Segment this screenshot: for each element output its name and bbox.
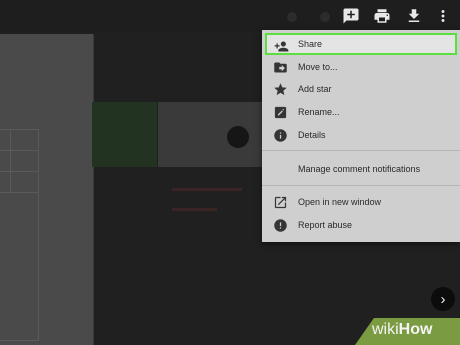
faint-grid-icon [320, 12, 330, 22]
document-preview [0, 34, 94, 345]
menu-item-move-to[interactable]: Move to... [262, 56, 460, 78]
add-person-icon [273, 38, 289, 54]
dimmed-thumbnail [92, 102, 157, 167]
more-vert-icon[interactable] [433, 6, 453, 26]
watermark-logo: wikiHow [372, 321, 433, 338]
open-in-new-icon [272, 194, 288, 210]
top-toolbar [0, 0, 460, 32]
dimmed-title-line [172, 188, 242, 191]
add-comment-icon[interactable] [341, 6, 361, 26]
menu-item-rename[interactable]: Rename... [262, 101, 460, 123]
dimmed-video-thumbnail [158, 102, 265, 167]
menu-item-details[interactable]: Details [262, 124, 460, 146]
menu-item-label: Add star [298, 84, 332, 94]
menu-divider [262, 150, 460, 151]
print-icon[interactable] [372, 6, 392, 26]
menu-item-add-star[interactable]: Add star [262, 78, 460, 100]
menu-item-label: Move to... [298, 62, 338, 72]
pencil-icon [272, 104, 288, 120]
download-icon[interactable] [404, 6, 424, 26]
menu-item-share[interactable]: Share [265, 33, 457, 55]
info-icon [272, 127, 288, 143]
menu-item-label: Manage comment notifications [298, 164, 421, 174]
menu-item-label: Details [298, 130, 326, 140]
menu-item-label: Report abuse [298, 220, 353, 230]
dimmed-subtitle-line [172, 208, 217, 211]
menu-item-label: Share [298, 39, 323, 49]
menu-divider [262, 185, 460, 186]
move-folder-icon [272, 59, 288, 75]
faint-avatar-icon [287, 12, 297, 22]
star-icon [272, 81, 288, 97]
menu-item-manage-notifications[interactable]: Manage comment notifications [262, 158, 460, 180]
file-context-menu: Share Move to... Add star Rename... Deta… [262, 30, 460, 242]
menu-item-report-abuse[interactable]: Report abuse [262, 214, 460, 236]
menu-item-label: Rename... [298, 107, 340, 117]
document-table [0, 129, 39, 341]
next-arrow-button[interactable]: › [431, 287, 455, 311]
report-alert-icon [272, 217, 288, 233]
menu-item-label: Open in new window [298, 197, 382, 207]
menu-item-open-new-window[interactable]: Open in new window [262, 191, 460, 213]
